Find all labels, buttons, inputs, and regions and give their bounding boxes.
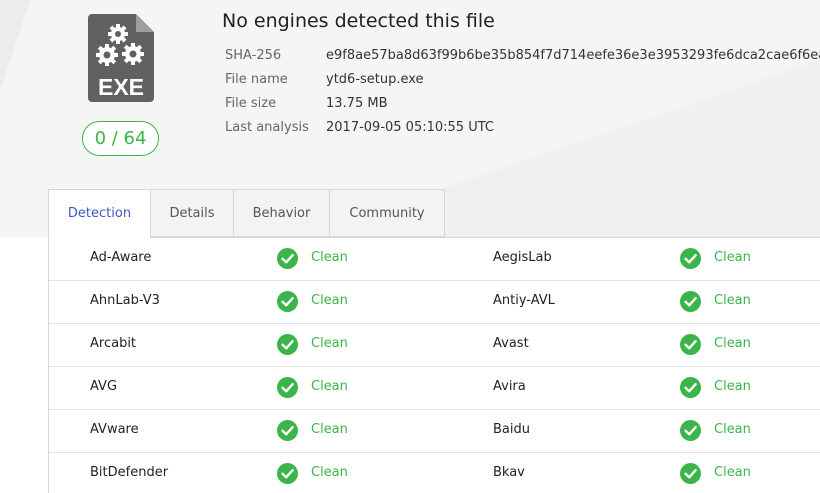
detection-result: Clean [311,293,348,308]
detection-result: Clean [311,422,348,437]
tab-community[interactable]: Community [330,189,445,237]
detection-result: Clean [714,250,751,265]
detection-result: Clean [714,422,751,437]
engine-name: Ad-Aware [90,250,152,265]
engine-name: Avast [493,336,529,351]
file-name-value: ytd6-setup.exe [326,72,424,87]
meta-label: Last analysis [225,120,309,135]
sha256-value[interactable]: e9f8ae57ba8d63f99b6be35b854f7d714eefe36e… [326,48,820,63]
detection-result: Clean [714,293,751,308]
tab-behavior[interactable]: Behavior [234,189,330,237]
engine-name: AhnLab-V3 [90,293,160,308]
detection-result: Clean [311,379,348,394]
file-gears-icon: EXE [88,14,154,102]
detection-row: AhnLab-V3 Clean Antiy-AVL Clean [49,281,820,324]
check-circle-icon [277,334,298,355]
detection-row: Arcabit Clean Avast Clean [49,324,820,367]
detection-row: BitDefender Clean Bkav Clean [49,453,820,493]
detection-row: Ad-Aware Clean AegisLab Clean [49,238,820,281]
file-type-badge: EXE [98,74,144,100]
engine-name: BitDefender [90,465,169,480]
detection-score: 0 / 64 [82,121,159,156]
check-circle-icon [277,420,298,441]
detection-result: Clean [714,336,751,351]
check-circle-icon [680,291,701,312]
page-title: No engines detected this file [222,10,495,32]
tab-details[interactable]: Details [151,189,234,237]
check-circle-icon [277,291,298,312]
meta-label: SHA-256 [225,48,282,63]
engine-name: Baidu [493,422,530,437]
engine-name: Arcabit [90,336,137,351]
engine-name: AegisLab [493,250,552,265]
detection-panel: Ad-Aware Clean AegisLab Clean AhnLab-V3 Clean… [48,237,820,493]
detection-row: AVG Clean Avira Clean [49,367,820,410]
check-circle-icon [277,463,298,484]
engine-name: AVware [90,422,139,437]
engine-name: AVG [90,379,118,394]
tab-bar: Detection Details Behavior Community [48,189,445,238]
tab-detection[interactable]: Detection [48,189,151,238]
check-circle-icon [680,334,701,355]
check-circle-icon [680,248,701,269]
engine-name: Bkav [493,465,525,480]
file-size-value: 13.75 MB [326,96,388,111]
check-circle-icon [680,420,701,441]
engine-name: Antiy-AVL [493,293,555,308]
meta-label: File name [225,72,288,87]
detection-result: Clean [714,465,751,480]
engine-name: Avira [493,379,526,394]
detection-result: Clean [311,250,348,265]
detection-result: Clean [311,336,348,351]
meta-label: File size [225,96,277,111]
detection-result: Clean [714,379,751,394]
detection-row: AVware Clean Baidu Clean [49,410,820,453]
last-analysis-value: 2017-09-05 05:10:55 UTC [326,120,494,135]
detection-result: Clean [311,465,348,480]
check-circle-icon [680,377,701,398]
check-circle-icon [680,463,701,484]
check-circle-icon [277,248,298,269]
check-circle-icon [277,377,298,398]
